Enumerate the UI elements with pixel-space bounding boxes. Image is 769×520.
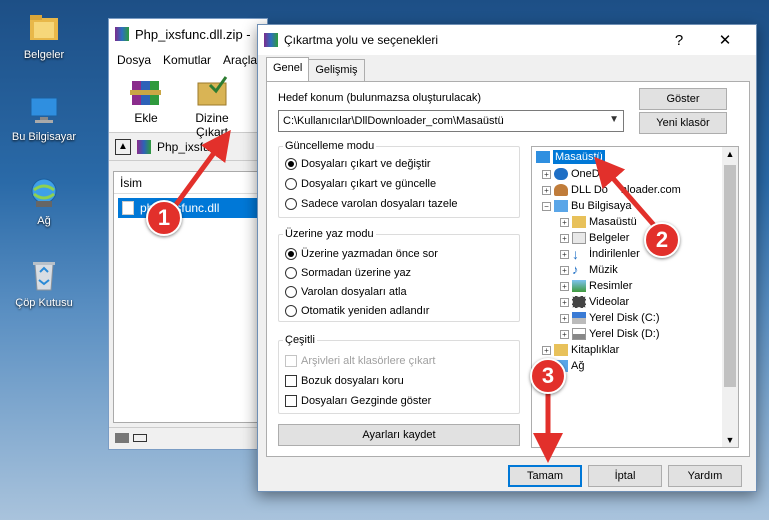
step-marker-3: 3	[530, 358, 566, 394]
arrow-1	[169, 129, 231, 212]
arrow-2	[594, 156, 662, 234]
annotation-arrows	[169, 129, 662, 463]
step-marker-1: 1	[146, 200, 182, 236]
step-marker-2: 2	[644, 222, 680, 258]
